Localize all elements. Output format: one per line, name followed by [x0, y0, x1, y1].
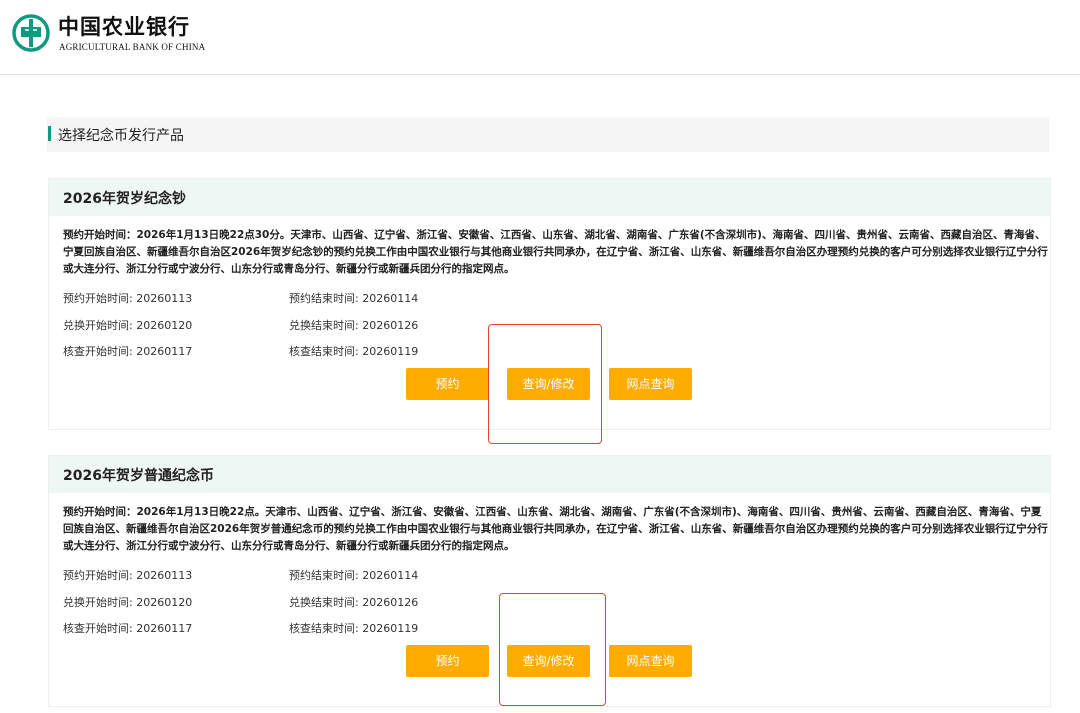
bank-name-en: AGRICULTURAL BANK OF CHINA — [59, 42, 206, 52]
check-end-time: 核查结束时间: 20260119 — [289, 345, 419, 358]
reserve-end-time: 预约结束时间: 20260114 — [289, 292, 419, 305]
product-description: 预约开始时间：2026年1月13日晚22点30分。天津市、山西省、辽宁省、浙江省… — [63, 229, 1048, 275]
exchange-start-time: 兑换开始时间: 20260120 — [63, 319, 193, 332]
reserve-button[interactable]: 预约 — [406, 368, 489, 400]
reserve-start-time: 预约开始时间: 20260113 — [63, 292, 193, 305]
exchange-end-time: 兑换结束时间: 20260126 — [289, 319, 419, 332]
reserve-start-time: 预约开始时间: 20260113 — [63, 569, 193, 582]
highlight-box — [499, 593, 606, 706]
check-start-time: 核查开始时间: 20260117 — [63, 622, 193, 635]
product-name: 2026年贺岁纪念钞 — [63, 191, 186, 207]
section-accent-bar — [48, 126, 51, 141]
product-card-header: 2026年贺岁普通纪念币 — [49, 456, 1050, 493]
site-header: 中国农业银行 AGRICULTURAL BANK OF CHINA — [0, 0, 1080, 75]
exchange-start-time: 兑换开始时间: 20260120 — [63, 596, 193, 609]
section-header: 选择纪念币发行产品 — [47, 117, 1049, 152]
product-name: 2026年贺岁普通纪念币 — [63, 468, 214, 484]
product-description: 预约开始时间：2026年1月13日晚22点。天津市、山西省、辽宁省、浙江省、安徽… — [63, 506, 1048, 552]
reserve-button[interactable]: 预约 — [406, 645, 489, 677]
highlight-box — [488, 324, 602, 444]
abc-logo-icon[interactable] — [12, 14, 50, 52]
bank-name-cn: 中国农业银行 — [58, 14, 190, 39]
check-start-time: 核查开始时间: 20260117 — [63, 345, 193, 358]
reserve-end-time: 预约结束时间: 20260114 — [289, 569, 419, 582]
exchange-end-time: 兑换结束时间: 20260126 — [289, 596, 419, 609]
section-title: 选择纪念币发行产品 — [58, 128, 184, 144]
outlet-query-button[interactable]: 网点查询 — [609, 645, 692, 677]
check-end-time: 核查结束时间: 20260119 — [289, 622, 419, 635]
product-card-header: 2026年贺岁纪念钞 — [49, 179, 1050, 216]
outlet-query-button[interactable]: 网点查询 — [609, 368, 692, 400]
